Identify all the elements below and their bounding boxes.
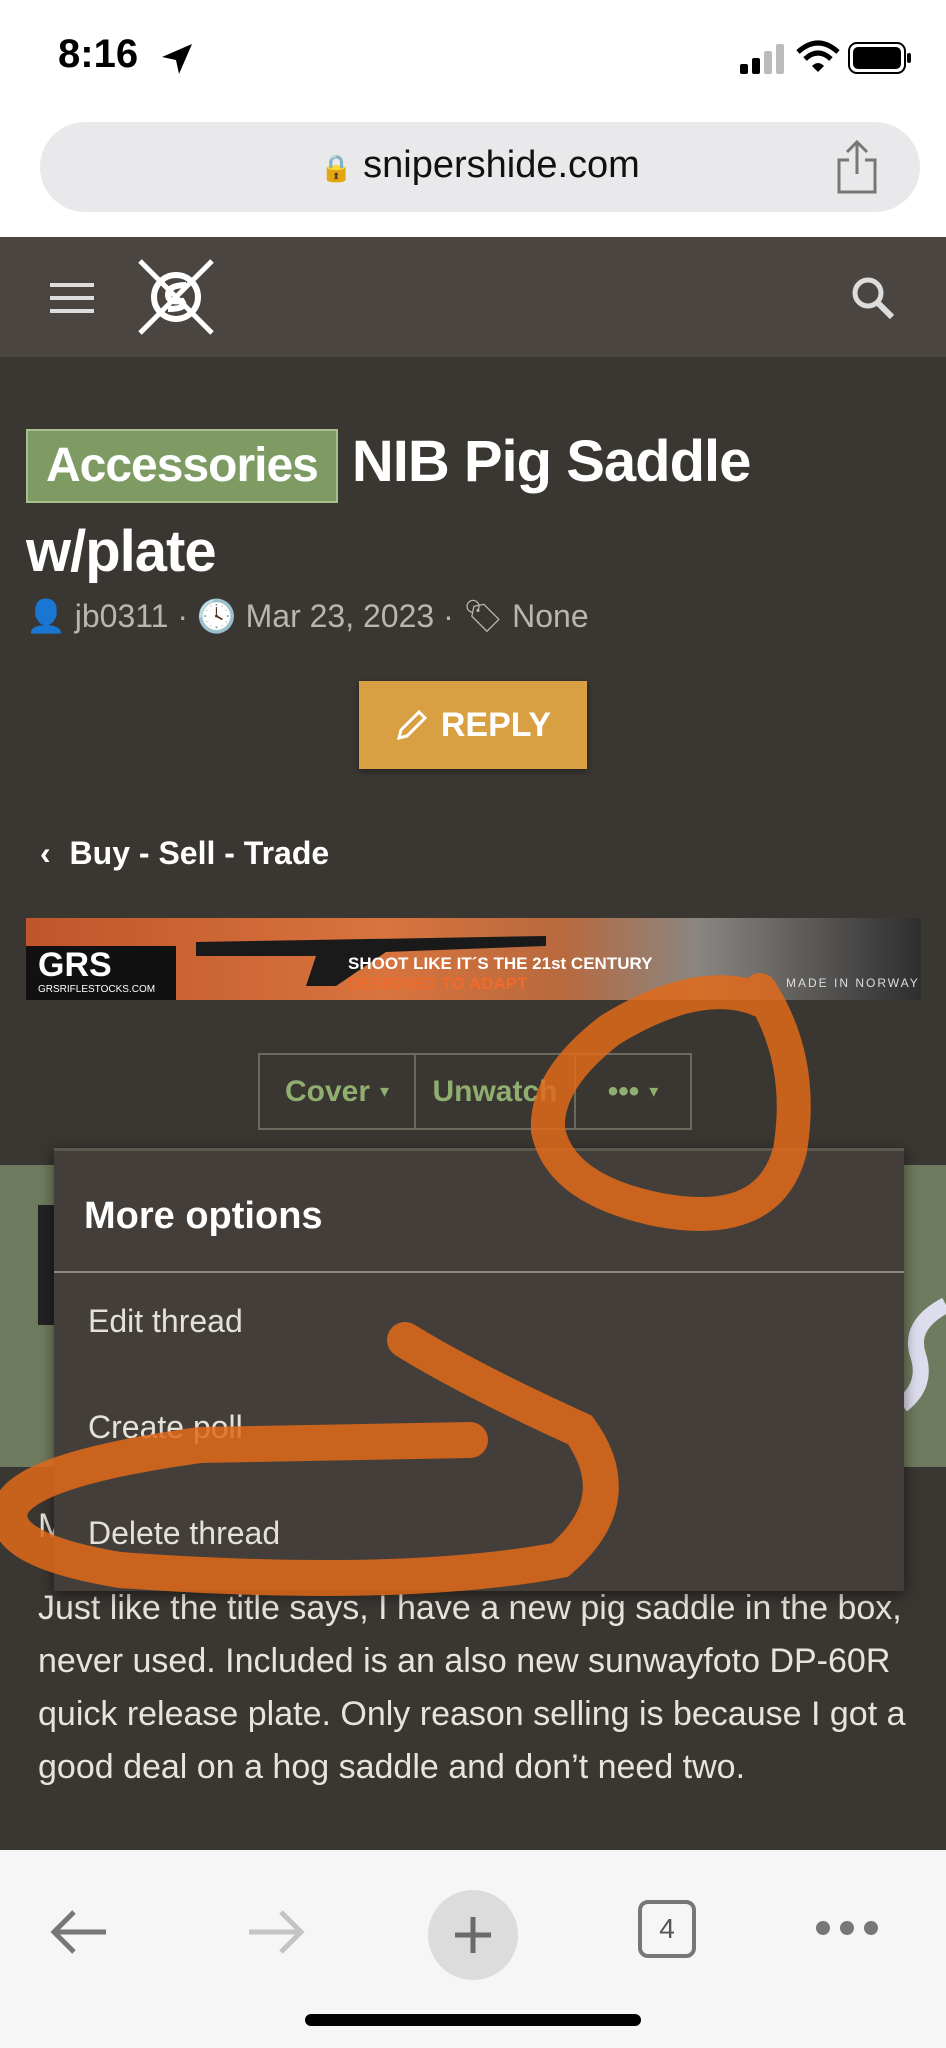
banner-brand: GRS bbox=[38, 946, 112, 984]
site-header bbox=[0, 237, 946, 357]
status-bar: 8:16 bbox=[0, 0, 946, 120]
breadcrumb[interactable]: ‹ Buy - Sell - Trade bbox=[40, 835, 329, 872]
more-options-button[interactable]: ••• ▾ bbox=[576, 1055, 690, 1128]
banner-subtagline: DESIGNED TO ADAPT bbox=[348, 974, 528, 993]
menu-item-create-poll[interactable]: Create poll bbox=[88, 1409, 243, 1446]
thread-prefix-badge[interactable]: Accessories bbox=[26, 429, 338, 503]
wifi-icon bbox=[796, 40, 840, 72]
post-body: Just like the title says, I have a new p… bbox=[38, 1589, 906, 1786]
menu-item-delete-thread[interactable]: Delete thread bbox=[88, 1515, 280, 1552]
tab-count: 4 bbox=[659, 1913, 675, 1944]
thread-tags: None bbox=[512, 598, 589, 634]
more-options-menu: More options Edit thread Create poll Del… bbox=[54, 1148, 904, 1591]
new-tab-button[interactable] bbox=[428, 1890, 518, 1980]
tag-icon: 🏷 bbox=[462, 598, 504, 634]
unwatch-button[interactable]: Unwatch bbox=[416, 1055, 576, 1128]
share-icon[interactable] bbox=[835, 140, 879, 194]
location-arrow-icon bbox=[162, 44, 192, 74]
plus-icon bbox=[455, 1917, 491, 1953]
menu-divider bbox=[54, 1271, 904, 1273]
breadcrumb-label: Buy - Sell - Trade bbox=[69, 835, 330, 871]
search-icon[interactable] bbox=[850, 275, 896, 321]
banner-site: GRSRIFLESTOCKS.COM bbox=[38, 984, 156, 995]
ellipsis-icon: ••• bbox=[607, 1074, 640, 1108]
browser-address-area: 🔒 snipershide.com bbox=[0, 120, 946, 237]
clock-icon: 🕓 bbox=[196, 598, 237, 634]
caret-down-icon: ▾ bbox=[380, 1081, 390, 1101]
menu-item-edit-thread[interactable]: Edit thread bbox=[88, 1303, 243, 1340]
pencil-icon bbox=[396, 709, 427, 741]
thread-action-buttons: Cover ▾ Unwatch ••• ▾ bbox=[258, 1053, 692, 1130]
logo-fragment-icon bbox=[898, 1297, 946, 1412]
ad-banner[interactable]: GRS GRSRIFLESTOCKS.COM SHOOT LIKE IT´S T… bbox=[26, 918, 921, 1000]
back-arrow-icon[interactable] bbox=[50, 1908, 110, 1956]
forward-arrow-icon[interactable] bbox=[245, 1908, 305, 1956]
home-indicator bbox=[305, 2014, 641, 2026]
thread-date[interactable]: Mar 23, 2023 bbox=[246, 598, 435, 634]
banner-tagline: SHOOT LIKE IT´S THE 21st CENTURY bbox=[348, 954, 653, 973]
lock-icon: 🔒 bbox=[320, 153, 353, 183]
thread-author[interactable]: jb0311 bbox=[75, 598, 169, 634]
banner-origin: MADE IN NORWAY bbox=[786, 976, 920, 990]
menu-header: More options bbox=[84, 1195, 323, 1237]
chevron-left-icon: ‹ bbox=[40, 835, 51, 871]
tabs-button[interactable]: 4 bbox=[638, 1900, 696, 1958]
caret-down-icon: ▾ bbox=[649, 1081, 659, 1101]
hamburger-menu-icon[interactable] bbox=[50, 281, 96, 315]
cellular-signal-icon bbox=[740, 44, 784, 74]
cover-button[interactable]: Cover ▾ bbox=[260, 1055, 416, 1128]
url-text: snipershide.com bbox=[363, 144, 640, 186]
thread-meta: 👤 jb0311 · 🕓 Mar 23, 2023 · 🏷 None bbox=[26, 598, 589, 634]
site-logo-icon[interactable] bbox=[134, 255, 218, 339]
address-bar[interactable]: 🔒 snipershide.com bbox=[40, 122, 920, 212]
battery-icon bbox=[848, 42, 911, 74]
status-time: 8:16 bbox=[58, 32, 139, 76]
thread-content: Accessories NIB Pig Saddle w/plate 👤 jb03… bbox=[0, 357, 946, 1850]
thread-title-block: Accessories NIB Pig Saddle w/plate bbox=[26, 417, 926, 597]
more-menu-icon[interactable] bbox=[815, 1918, 879, 1938]
user-icon: 👤 bbox=[26, 598, 66, 634]
reply-button[interactable]: REPLY bbox=[359, 681, 587, 769]
